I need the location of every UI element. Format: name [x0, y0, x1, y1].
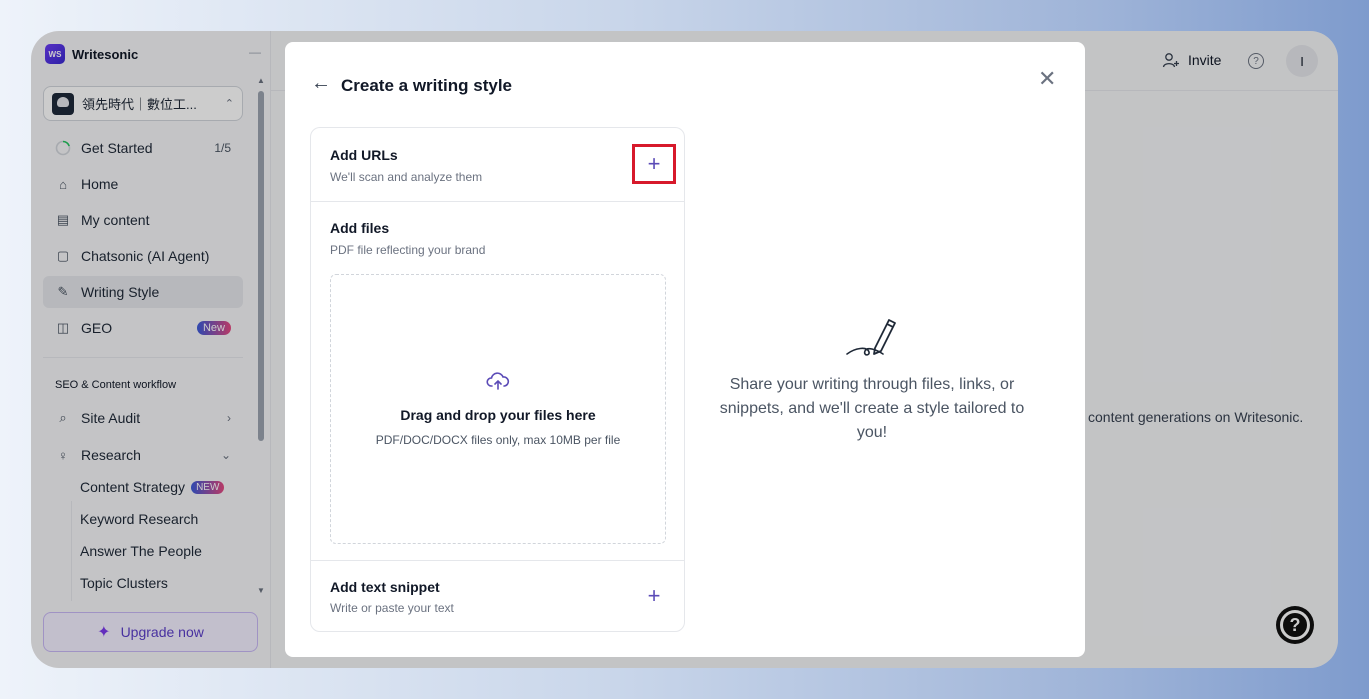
- add-url-button[interactable]: +: [632, 144, 676, 184]
- modal-title: Create a writing style: [341, 76, 513, 95]
- dropzone-subtitle: PDF/DOC/DOCX files only, max 10MB per fi…: [375, 433, 621, 447]
- add-files-title: Add files: [330, 220, 390, 236]
- add-urls-subtitle: We'll scan and analyze them: [330, 170, 483, 184]
- create-writing-style-modal: ← Create a writing style ✕ Add URLs We'l…: [285, 42, 1085, 657]
- file-dropzone[interactable]: Drag and drop your files here PDF/DOC/DO…: [330, 274, 666, 544]
- add-files-subtitle: PDF file reflecting your brand: [330, 243, 486, 257]
- back-arrow-icon[interactable]: ←: [311, 72, 331, 95]
- add-snippet-title: Add text snippet: [330, 579, 440, 595]
- plus-icon: +: [647, 583, 661, 608]
- add-snippet-subtitle: Write or paste your text: [330, 601, 454, 615]
- add-urls-section: Add URLs We'll scan and analyze them +: [311, 128, 684, 201]
- empty-state-text: Share your writing through files, links,…: [719, 376, 1025, 441]
- sources-card: Add URLs We'll scan and analyze them + A…: [310, 127, 685, 632]
- app-window: WS Writesonic — 領先時代｜數位工... ⌃ Get Starte…: [31, 31, 1338, 668]
- close-icon[interactable]: ✕: [1038, 66, 1056, 92]
- cloud-upload-icon: [486, 372, 510, 390]
- add-snippet-section: Add text snippet Write or paste your tex…: [311, 561, 684, 633]
- pen-signature-icon: [846, 319, 896, 356]
- plus-icon: +: [647, 151, 661, 176]
- dropzone-title: Drag and drop your files here: [400, 407, 596, 423]
- add-urls-title: Add URLs: [330, 147, 398, 163]
- add-snippet-button[interactable]: +: [632, 576, 676, 616]
